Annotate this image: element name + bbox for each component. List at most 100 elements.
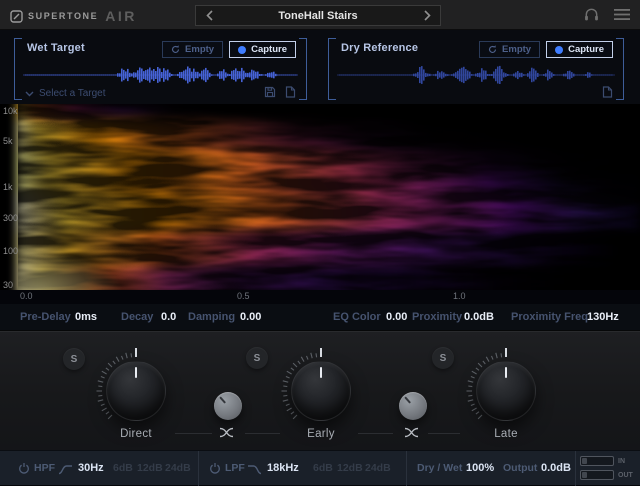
wet-target-panel: Wet Target Empty Capture Select a Target <box>14 38 307 100</box>
input-meter-label: IN <box>618 458 625 465</box>
menu-hamburger-icon[interactable] <box>614 8 630 21</box>
time-axis: 0.0 0.5 1.0 <box>0 290 640 304</box>
proximity-value[interactable]: 0.0dB <box>464 304 494 330</box>
lpf-power-icon[interactable] <box>209 462 221 475</box>
output-meter <box>580 470 614 480</box>
hpf-value[interactable]: 30Hz <box>78 451 104 485</box>
hpf-power-icon[interactable] <box>18 462 30 475</box>
dry-reference-panel: Dry Reference Empty Capture <box>328 38 624 100</box>
lpf-slope-6db[interactable]: 6dB <box>313 451 333 485</box>
dry-empty-button[interactable]: Empty <box>479 41 540 58</box>
lpf-value[interactable]: 18kHz <box>267 451 299 485</box>
wet-capture-label: Capture <box>251 44 287 55</box>
export-file-icon[interactable] <box>602 86 613 98</box>
dry-capture-button[interactable]: Capture <box>546 41 613 58</box>
hpf-label: HPF <box>34 451 55 485</box>
decay-label: Decay <box>121 304 153 330</box>
late-label: Late <box>466 427 546 441</box>
time-axis-label: 0.5 <box>237 291 250 301</box>
select-target-label: Select a Target <box>39 88 106 99</box>
select-target-dropdown[interactable]: Select a Target <box>25 88 106 99</box>
late-solo-button[interactable]: S <box>432 347 454 369</box>
hpf-slope-6db[interactable]: 6dB <box>113 451 133 485</box>
capture-section: Wet Target Empty Capture Select a Target <box>0 30 640 104</box>
preset-prev-button[interactable] <box>196 6 222 25</box>
wet-empty-button[interactable]: Empty <box>162 41 223 58</box>
dry-capture-label: Capture <box>568 44 604 55</box>
export-file-icon[interactable] <box>285 86 296 98</box>
direct-knob[interactable] <box>106 361 166 421</box>
early-label: Early <box>281 427 361 441</box>
lpf-slope-12db[interactable]: 12dB <box>337 451 363 485</box>
dry-bracket-right <box>616 38 624 100</box>
parameter-row: Pre-Delay 0ms Decay 0.0 Damping 0.00 EQ … <box>0 304 640 330</box>
crossfade-icon <box>404 427 422 438</box>
preset-name[interactable]: ToneHall Stairs <box>222 10 414 22</box>
io-meters: IN OUT <box>580 456 633 484</box>
early-solo-button[interactable]: S <box>246 347 268 369</box>
footer-bar: HPF 30Hz 6dB 12dB 24dB LPF 18kHz 6dB 12d… <box>0 450 640 485</box>
eq-color-value[interactable]: 0.00 <box>386 304 407 330</box>
hpf-slope-12db[interactable]: 12dB <box>137 451 163 485</box>
proximity-freq-label: Proximity Freq <box>511 304 588 330</box>
save-icon[interactable] <box>264 86 276 98</box>
damping-label: Damping <box>188 304 235 330</box>
freq-axis-label: 300 <box>3 213 18 223</box>
freq-axis-label: 5k <box>3 136 13 146</box>
eq-color-label: EQ Color <box>333 304 381 330</box>
supertone-logo-icon <box>10 10 23 23</box>
direct-early-xfade-knob[interactable] <box>214 392 242 420</box>
direct-label: Direct <box>96 427 176 441</box>
dry-wet-value[interactable]: 100% <box>466 451 494 485</box>
spectrogram-shade <box>18 104 640 290</box>
direct-solo-button[interactable]: S <box>63 348 85 370</box>
headphone-monitor-icon[interactable] <box>583 6 600 22</box>
freq-axis-label: 30 <box>3 280 13 290</box>
early-knob[interactable] <box>291 361 351 421</box>
preset-next-button[interactable] <box>414 6 440 25</box>
dry-waveform <box>337 64 615 86</box>
dry-wet-label: Dry / Wet <box>417 451 462 485</box>
input-meter <box>580 456 614 466</box>
top-bar: SUPERTONE AIR ToneHall Stairs <box>0 0 640 30</box>
wet-target-title: Wet Target <box>27 42 85 54</box>
chevron-right-icon <box>424 10 431 21</box>
predelay-value[interactable]: 0ms <box>75 304 97 330</box>
hpf-curve-icon <box>58 463 73 475</box>
lpf-curve-icon <box>247 463 262 475</box>
decay-value[interactable]: 0.0 <box>161 304 176 330</box>
brand-logo: SUPERTONE AIR <box>10 8 137 24</box>
crossfade-icon <box>219 427 237 438</box>
reset-loop-icon <box>171 45 180 54</box>
wet-empty-label: Empty <box>185 44 214 55</box>
predelay-label: Pre-Delay <box>20 304 71 330</box>
time-axis-label: 1.0 <box>453 291 466 301</box>
lpf-slope-24db[interactable]: 24dB <box>365 451 391 485</box>
damping-value[interactable]: 0.00 <box>240 304 261 330</box>
proximity-freq-value[interactable]: 130Hz <box>587 304 619 330</box>
record-dot-icon <box>555 46 563 54</box>
lpf-label: LPF <box>225 451 245 485</box>
wet-bracket-left <box>14 38 22 100</box>
freq-axis-label: 1k <box>3 182 13 192</box>
dry-empty-label: Empty <box>502 44 531 55</box>
wet-bracket-right <box>299 38 307 100</box>
output-value[interactable]: 0.0dB <box>541 451 571 485</box>
reverb-spectrogram-display: 10k 5k 1k 300 100 30 <box>0 104 640 290</box>
chevron-down-icon <box>25 91 34 97</box>
early-late-xfade-knob[interactable] <box>399 392 427 420</box>
record-dot-icon <box>238 46 246 54</box>
late-knob[interactable] <box>476 361 536 421</box>
freq-axis-label: 10k <box>3 106 18 116</box>
brand-name: SUPERTONE <box>28 11 98 21</box>
output-label: Output <box>503 451 537 485</box>
dry-reference-title: Dry Reference <box>341 42 418 54</box>
hpf-slope-24db[interactable]: 24dB <box>165 451 191 485</box>
mixer-section: S Direct S Early S Late <box>0 330 640 450</box>
reset-loop-icon <box>488 45 497 54</box>
wet-waveform <box>23 64 298 86</box>
proximity-label: Proximity <box>412 304 462 330</box>
wet-capture-button[interactable]: Capture <box>229 41 296 58</box>
freq-axis-label: 100 <box>3 246 18 256</box>
dry-bracket-left <box>328 38 336 100</box>
